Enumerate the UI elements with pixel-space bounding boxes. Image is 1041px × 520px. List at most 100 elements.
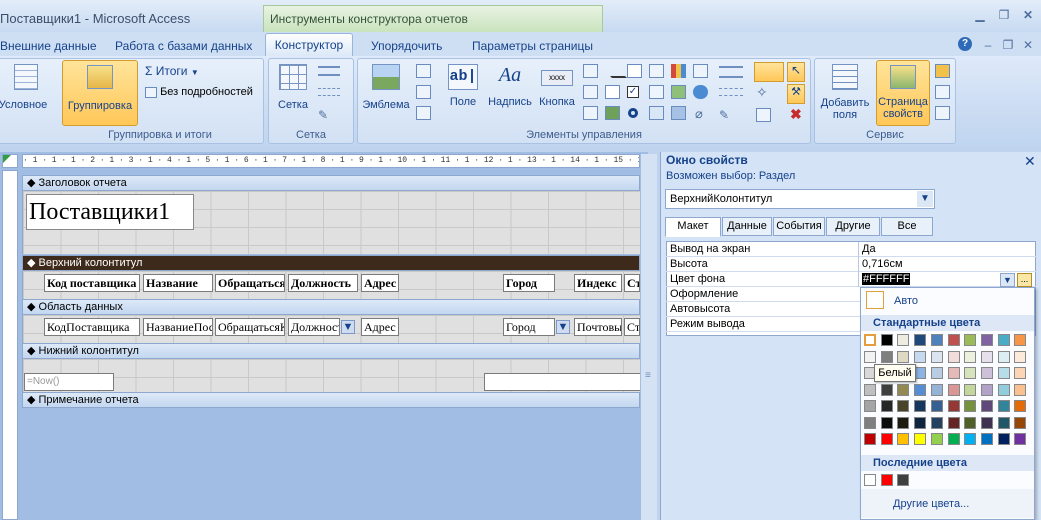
color-swatch[interactable] xyxy=(980,334,993,346)
color-swatch[interactable] xyxy=(1014,433,1027,445)
color-swatch[interactable] xyxy=(897,416,910,429)
unbound-object-icon[interactable] xyxy=(649,106,664,120)
chevron-down-icon[interactable]: ▼ xyxy=(917,191,933,207)
ptab-other[interactable]: Другие xyxy=(826,217,880,236)
select-pointer-icon[interactable]: ↖ xyxy=(787,62,805,82)
line-type-icon[interactable] xyxy=(318,88,340,96)
color-swatch[interactable] xyxy=(1014,367,1027,379)
detail-field[interactable]: ОбращатьсяК xyxy=(215,318,285,336)
color-swatch[interactable] xyxy=(880,416,893,429)
color-swatch[interactable] xyxy=(980,433,993,445)
property-sheet-close-icon[interactable]: ✕ xyxy=(1024,153,1036,170)
color-swatch[interactable] xyxy=(997,416,1010,429)
pane-splitter[interactable] xyxy=(641,154,657,520)
property-value[interactable]: 0,716см xyxy=(862,258,903,270)
selection-combo[interactable]: ВерхнийКолонтитул ▼ xyxy=(665,189,935,209)
ptab-format[interactable]: Макет xyxy=(665,217,721,237)
activex-icon[interactable] xyxy=(756,108,771,122)
color-swatch[interactable] xyxy=(997,367,1010,379)
color-swatch[interactable] xyxy=(980,416,993,429)
date-time-icon[interactable] xyxy=(416,85,431,99)
property-row[interactable]: Цвет фона #FFFFFF xyxy=(666,272,1036,287)
color-swatch[interactable] xyxy=(997,350,1010,363)
doc-restore-icon[interactable]: ❐ xyxy=(1000,38,1016,52)
color-swatch[interactable] xyxy=(864,416,876,429)
color-swatch[interactable] xyxy=(947,433,960,445)
property-row[interactable]: Высота 0,716см xyxy=(666,257,1036,272)
property-row[interactable]: Автовысота xyxy=(666,302,860,317)
wand-icon[interactable]: ✧ xyxy=(756,84,768,101)
color-swatch[interactable] xyxy=(864,334,876,346)
color-swatch[interactable] xyxy=(980,383,993,396)
header-label[interactable]: Название xyxy=(143,274,213,292)
color-dropdown-icon[interactable]: ▼ xyxy=(1000,273,1015,287)
subform-icon[interactable] xyxy=(693,64,708,78)
help-icon[interactable]: ? xyxy=(958,37,972,51)
minimize-icon[interactable]: ▁ xyxy=(972,8,988,22)
recent-color-swatch[interactable] xyxy=(880,474,893,486)
add-fields-button[interactable]: Добавить поля xyxy=(818,62,872,126)
title-icon[interactable] xyxy=(416,106,431,120)
command-button[interactable]: xxxx Кнопка xyxy=(537,64,577,120)
color-swatch[interactable] xyxy=(930,383,943,396)
color-swatch[interactable] xyxy=(930,367,943,379)
color-swatch[interactable] xyxy=(930,400,943,412)
color-swatch[interactable] xyxy=(947,416,960,429)
section-page-header[interactable]: ◆ Верхний колонтитул xyxy=(22,255,640,271)
color-swatch[interactable] xyxy=(914,400,927,412)
property-value-selected[interactable]: #FFFFFF xyxy=(862,273,911,285)
color-swatch[interactable] xyxy=(964,400,977,412)
color-swatch[interactable] xyxy=(864,400,876,412)
color-swatch[interactable] xyxy=(897,400,910,412)
detail-field[interactable]: Должность xyxy=(288,318,340,336)
color-swatch[interactable] xyxy=(997,433,1010,445)
color-swatch[interactable] xyxy=(1014,416,1027,429)
attachment-icon[interactable] xyxy=(671,106,686,120)
line-style-icon[interactable] xyxy=(318,66,340,76)
color-swatch[interactable] xyxy=(964,383,977,396)
color-swatch[interactable] xyxy=(914,350,927,363)
chart-icon[interactable] xyxy=(671,64,686,78)
color-swatch[interactable] xyxy=(864,383,876,396)
color-swatch[interactable] xyxy=(880,383,893,396)
color-swatch[interactable] xyxy=(997,334,1010,346)
hide-details-button[interactable]: Без подробностей xyxy=(145,86,253,98)
line-color-2-icon[interactable]: ✎ xyxy=(719,108,729,122)
code-icon[interactable] xyxy=(935,85,950,99)
field-button[interactable]: ab| Поле xyxy=(446,64,480,120)
toggle-icon[interactable] xyxy=(583,106,598,120)
color-swatch[interactable] xyxy=(914,383,927,396)
color-swatch[interactable] xyxy=(897,350,910,363)
ptab-all[interactable]: Все xyxy=(881,217,933,236)
color-swatch[interactable] xyxy=(980,350,993,363)
grid-button[interactable]: Сетка xyxy=(274,64,312,120)
image-icon[interactable] xyxy=(605,106,620,120)
tab-design[interactable]: Конструктор xyxy=(265,33,353,57)
section-detail[interactable]: ◆ Область данных xyxy=(22,299,640,315)
builder-ellipsis-icon[interactable]: ... xyxy=(1017,273,1032,287)
bound-object-icon[interactable] xyxy=(671,85,686,99)
color-swatch[interactable] xyxy=(914,416,927,429)
recent-color-swatch[interactable] xyxy=(897,474,910,486)
color-swatch[interactable] xyxy=(914,334,927,346)
option-group-icon[interactable] xyxy=(605,85,620,99)
color-swatch[interactable] xyxy=(1014,334,1027,346)
use-wizards-icon[interactable]: ⚒ xyxy=(787,84,805,104)
footer-date-field[interactable]: =Now() xyxy=(24,373,114,391)
color-swatch[interactable] xyxy=(964,416,977,429)
property-row[interactable]: Вывод на экран Да xyxy=(666,242,1036,257)
property-row[interactable]: Оформление xyxy=(666,287,860,302)
close-icon[interactable]: ✕ xyxy=(1020,8,1036,22)
color-swatch[interactable] xyxy=(997,383,1010,396)
color-swatch[interactable] xyxy=(1014,350,1027,363)
header-label[interactable]: Должность xyxy=(288,274,358,292)
detail-field[interactable]: Адрес xyxy=(361,318,399,336)
header-label[interactable]: Код поставщика xyxy=(44,274,140,292)
page-number-icon[interactable] xyxy=(416,64,431,78)
property-sheet-button[interactable]: Страница свойств xyxy=(876,60,930,126)
paperclip-icon[interactable]: ⌀ xyxy=(695,106,703,122)
combo-box-icon[interactable] xyxy=(649,85,664,99)
color-swatch[interactable] xyxy=(980,400,993,412)
color-swatch[interactable] xyxy=(947,350,960,363)
color-swatch[interactable] xyxy=(880,334,893,346)
